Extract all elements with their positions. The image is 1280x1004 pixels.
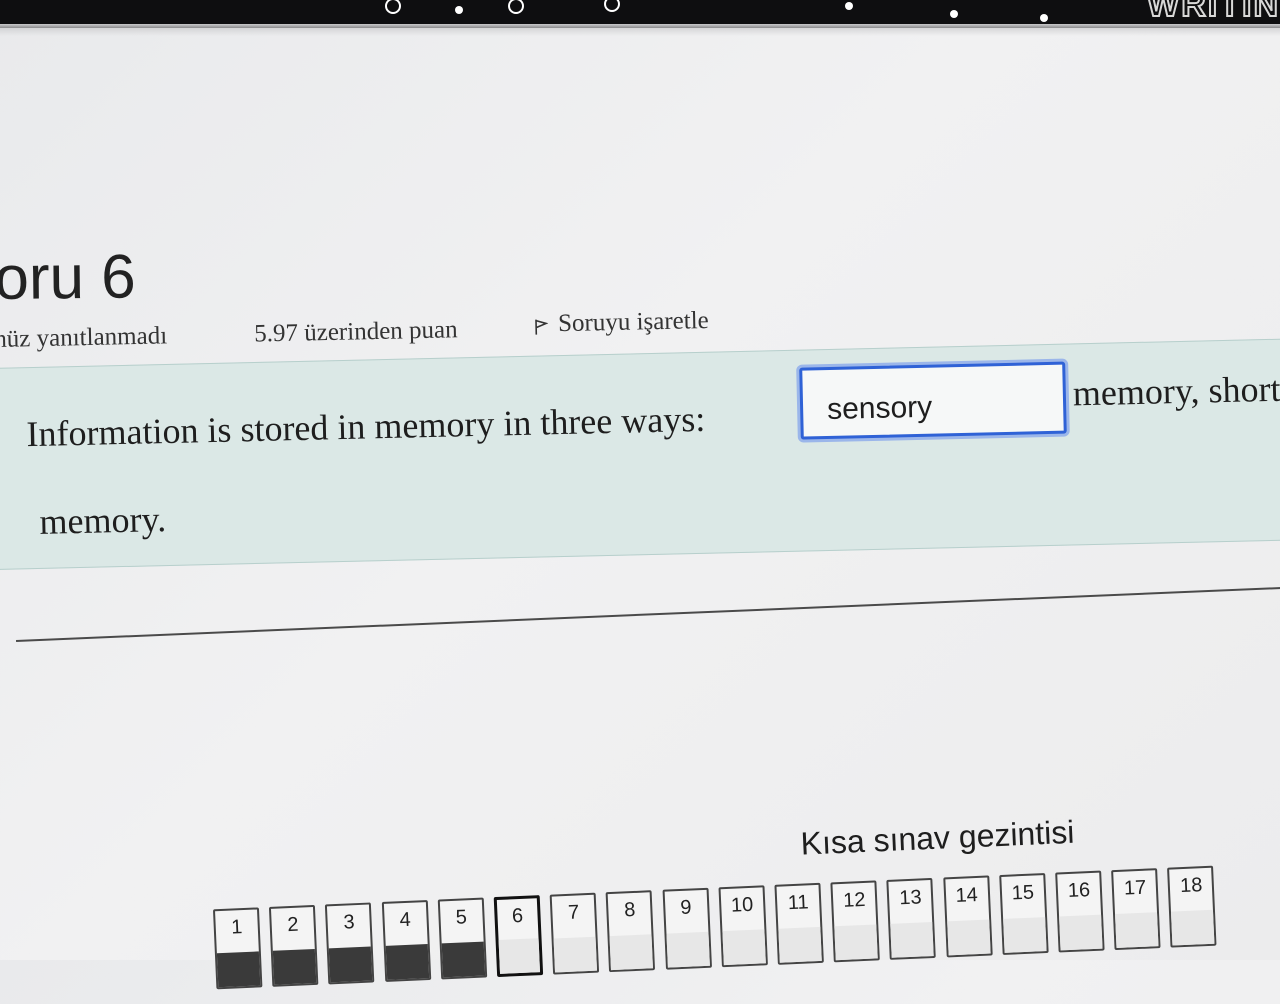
quiz-nav-button-16[interactable]: 16 [1055, 870, 1105, 953]
quiz-nav-button-label: 6 [511, 904, 524, 928]
quiz-nav-button-status [666, 931, 710, 968]
quiz-nav-button-label: 16 [1067, 879, 1091, 903]
quiz-nav-button-17[interactable]: 17 [1111, 868, 1161, 951]
quiz-nav-button-status [553, 936, 598, 973]
quiz-nav-button-label: 7 [567, 901, 580, 924]
quiz-nav-button-label: 10 [730, 893, 754, 917]
quiz-nav-button-label: 17 [1123, 876, 1147, 900]
quiz-nav-button-label: 3 [343, 911, 356, 934]
quiz-nav-button-11[interactable]: 11 [774, 882, 824, 965]
quiz-nav-button-12[interactable]: 12 [830, 880, 881, 963]
quiz-nav-button-status [385, 944, 429, 980]
quiz-nav-button-status [834, 924, 878, 961]
quiz-nav-button-status [609, 934, 654, 971]
quiz-nav-button-label: 1 [230, 916, 243, 939]
quiz-nav-button-label: 2 [286, 913, 299, 937]
quiz-nav-button-1[interactable]: 1 [212, 907, 263, 990]
quiz-nav-button-7[interactable]: 7 [549, 892, 600, 975]
quiz-nav-button-10[interactable]: 10 [718, 885, 768, 968]
quiz-nav-button-label: 11 [787, 891, 810, 915]
quiz-nav-button-6[interactable]: 6 [493, 895, 544, 978]
quiz-nav-button-status [1002, 917, 1047, 953]
quiz-nav-button-18[interactable]: 18 [1167, 865, 1217, 948]
quiz-nav-button-status [498, 938, 541, 974]
quiz-nav-button-label: 15 [1011, 881, 1035, 905]
quiz-nav-button-3[interactable]: 3 [325, 902, 375, 985]
quiz-nav-button-status [216, 951, 261, 988]
quiz-nav-button-label: 9 [679, 896, 692, 919]
quiz-nav-button-status [890, 921, 935, 958]
quiz-nav-button-4[interactable]: 4 [381, 900, 431, 982]
quiz-nav-button-label: 14 [955, 884, 979, 907]
quiz-nav-button-5[interactable]: 5 [437, 897, 487, 980]
quiz-navigation-title: Kısa sınav gezintisi [799, 813, 1076, 862]
quiz-nav-button-status [329, 946, 373, 983]
quiz-nav-button-9[interactable]: 9 [662, 887, 712, 970]
quiz-nav-button-label: 8 [623, 898, 636, 922]
quiz-nav-button-label: 13 [898, 886, 923, 910]
quiz-nav-button-status [946, 919, 991, 956]
quiz-nav-button-14[interactable]: 14 [942, 875, 993, 958]
quiz-nav-button-13[interactable]: 13 [886, 877, 937, 960]
quiz-nav-button-15[interactable]: 15 [999, 873, 1049, 955]
quiz-nav-button-status [1059, 914, 1103, 951]
quiz-nav-button-label: 5 [455, 906, 468, 929]
quiz-nav-button-status [273, 948, 317, 985]
quiz-navigation: Kısa sınav gezintisi 1 2 3 4 5 6 7 8 9 10 11 12 13 14… [0, 0, 1280, 1004]
quiz-nav-button-label: 18 [1179, 874, 1203, 898]
quiz-nav-button-status [1115, 912, 1159, 948]
quiz-nav-button-label: 4 [399, 908, 412, 932]
quiz-nav-button-label: 12 [842, 888, 866, 912]
quiz-nav-button-status [1171, 909, 1215, 946]
quiz-nav-button-2[interactable]: 2 [269, 904, 319, 987]
quiz-nav-button-status [778, 926, 822, 963]
